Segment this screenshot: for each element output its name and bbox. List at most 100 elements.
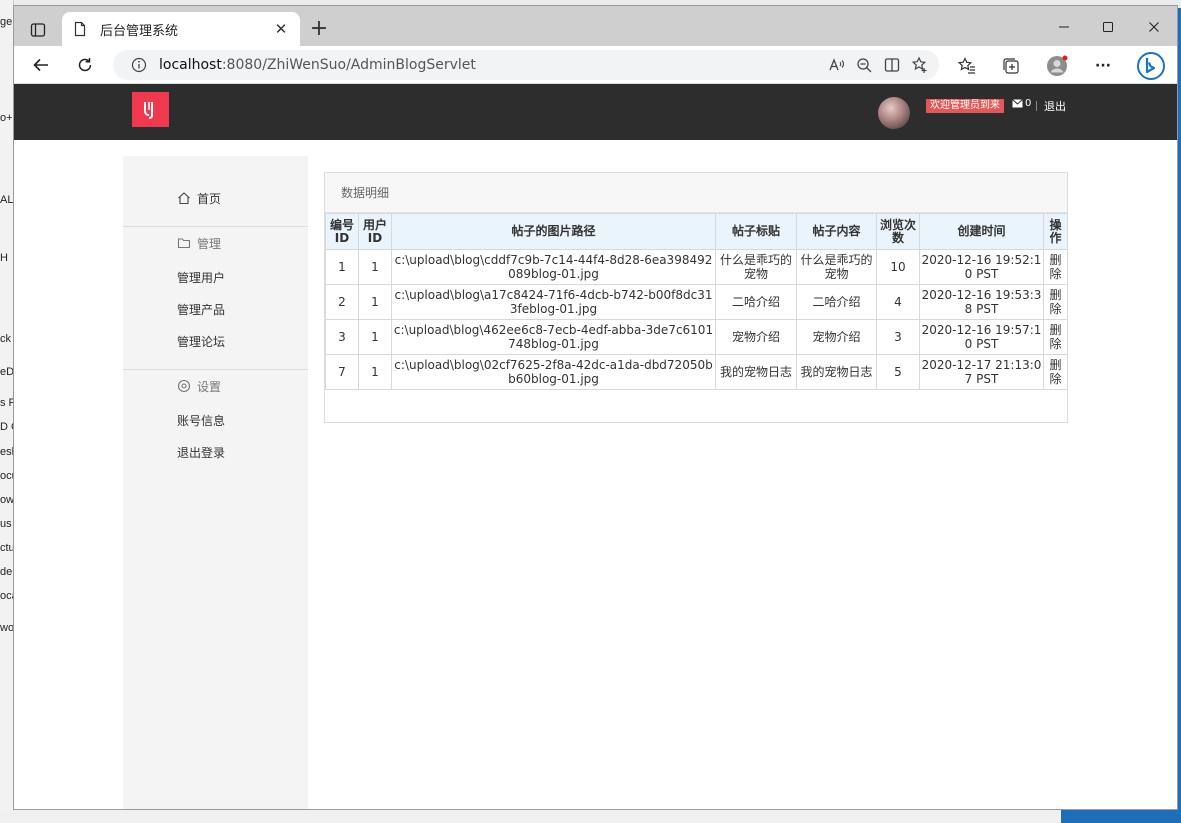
sidebar-item-manage-users[interactable]: 管理用户: [123, 267, 308, 287]
column-header-title: 帖子标贴: [715, 213, 797, 250]
blog-table: 编号ID 用户ID 帖子的图片路径 帖子标贴 帖子内容 浏览次数 创建时间 操作…: [325, 213, 1068, 390]
more-menu-button[interactable]: ···: [1092, 55, 1114, 77]
browser-window: 后台管理系统 ✕ + localhost:8080/ZhiWenSuo/Admi…: [13, 5, 1178, 810]
cell-created: 2020-12-16 19:52:10 PST: [919, 249, 1044, 285]
desktop-fragment: de: [0, 566, 13, 578]
maximize-icon: [1103, 22, 1113, 32]
sidebar-item-manage-forum[interactable]: 管理论坛: [123, 331, 308, 351]
desktop-fragment: ocu: [0, 470, 13, 482]
site-logo[interactable]: [132, 92, 169, 127]
cell-views: 3: [876, 319, 920, 355]
cell-image-path: c:\upload\blog\02cf7625-2f8a-42dc-a1da-d…: [391, 354, 716, 390]
desktop-fragment: ALL: [0, 194, 14, 206]
minimize-icon: [1059, 26, 1069, 28]
tab-strip: 后台管理系统 ✕ +: [14, 6, 1177, 46]
add-favorite-icon[interactable]: [911, 56, 929, 74]
cell-views: 10: [876, 249, 920, 285]
desktop-fragment: esk: [0, 446, 13, 458]
sidebar-divider: [123, 226, 308, 227]
data-detail-panel: 数据明细 编号ID 用户ID 帖子的图片路径 帖子标贴 帖子内容 浏览次数 创建…: [324, 172, 1068, 423]
cell-id: 3: [325, 319, 359, 355]
admin-avatar[interactable]: [878, 97, 910, 129]
cell-user-id: 1: [358, 284, 392, 320]
sidebar: 首页 管理 管理用户 管理产品 管理论坛 设置 账号信息 退出登录: [123, 156, 308, 809]
panel-title: 数据明细: [325, 173, 1067, 213]
cell-image-path: c:\upload\blog\cddf7c9b-7c14-44f4-8d28-6…: [391, 249, 716, 285]
refresh-button[interactable]: [72, 53, 98, 77]
cell-title: 什么是乖巧的宠物: [715, 249, 797, 285]
sidebar-group-settings: 设置: [123, 376, 308, 396]
new-tab-button[interactable]: +: [308, 18, 330, 41]
table-header-row: 编号ID 用户ID 帖子的图片路径 帖子标贴 帖子内容 浏览次数 创建时间 操作: [325, 213, 1068, 250]
url-bar[interactable]: localhost:8080/ZhiWenSuo/AdminBlogServle…: [113, 50, 939, 80]
desktop-background-left: ge o+ ALL H ck eD s P D O esk ocu ow us …: [0, 0, 14, 823]
desktop-fragment: s P: [0, 397, 13, 409]
message-count: 0: [1025, 98, 1032, 109]
tab-active[interactable]: 后台管理系统 ✕: [62, 12, 300, 46]
minimize-button[interactable]: [1041, 16, 1087, 38]
sidebar-item-account-info[interactable]: 账号信息: [123, 410, 308, 430]
table-row: 7 1 c:\upload\blog\02cf7625-2f8a-42dc-a1…: [325, 354, 1068, 390]
favorites-button[interactable]: [956, 55, 978, 77]
desktop-fragment: ow: [0, 494, 14, 506]
delete-button[interactable]: 删除: [1043, 284, 1068, 320]
favorites-icon: [957, 57, 975, 74]
cell-created: 2020-12-16 19:57:10 PST: [919, 319, 1044, 355]
tab-close-icon[interactable]: ✕: [272, 20, 290, 38]
sidebar-item-manage-products[interactable]: 管理产品: [123, 299, 308, 319]
back-button[interactable]: [28, 53, 54, 77]
column-header-image-path: 帖子的图片路径: [391, 213, 716, 250]
desktop-fragment: wo: [0, 622, 14, 634]
column-header-user-id: 用户ID: [358, 213, 392, 250]
header-logout-link[interactable]: 退出: [1044, 98, 1066, 114]
collections-icon: [1003, 58, 1019, 74]
bing-button[interactable]: [1136, 51, 1166, 81]
sidebar-divider: [123, 369, 308, 370]
cell-content: 宠物介绍: [796, 319, 877, 355]
web-page: 欢迎管理员到来 0 退出 首页 管理 管理用户 管理产品 管理论坛 设置 账号信…: [14, 84, 1177, 809]
sidebar-item-label: 首页: [197, 191, 222, 206]
cell-id: 2: [325, 284, 359, 320]
delete-button[interactable]: 删除: [1043, 354, 1068, 390]
table-row: 3 1 c:\upload\blog\462ee6c8-7ecb-4edf-ab…: [325, 319, 1068, 355]
url-text: localhost:8080/ZhiWenSuo/AdminBlogServle…: [159, 57, 827, 73]
cell-created: 2020-12-17 21:13:07 PST: [919, 354, 1044, 390]
refresh-icon: [78, 58, 92, 72]
column-header-content: 帖子内容: [796, 213, 877, 250]
page-favicon-icon: [74, 21, 86, 37]
site-info-icon[interactable]: [131, 57, 147, 73]
settings-gear-icon: [177, 379, 191, 393]
desktop-fragment: eD: [0, 366, 14, 378]
read-aloud-icon[interactable]: [827, 56, 845, 74]
desktop-fragment: H: [0, 252, 8, 264]
cell-id: 7: [325, 354, 359, 390]
tab-actions-button[interactable]: [24, 18, 52, 42]
cell-image-path: c:\upload\blog\462ee6c8-7ecb-4edf-abba-3…: [391, 319, 716, 355]
close-window-button[interactable]: [1131, 16, 1177, 38]
tab-actions-icon: [30, 23, 46, 37]
sidebar-item-home[interactable]: 首页: [123, 188, 308, 208]
cell-user-id: 1: [358, 354, 392, 390]
collections-button[interactable]: [1000, 55, 1022, 77]
maximize-button[interactable]: [1085, 16, 1131, 38]
sidebar-item-logout[interactable]: 退出登录: [123, 442, 308, 462]
delete-button[interactable]: 删除: [1043, 249, 1068, 285]
address-toolbar: localhost:8080/ZhiWenSuo/AdminBlogServle…: [14, 46, 1177, 84]
cell-title: 我的宠物日志: [715, 354, 797, 390]
delete-button[interactable]: 删除: [1043, 319, 1068, 355]
desktop-fragment: o+: [0, 112, 13, 124]
url-bar-actions: [827, 56, 929, 74]
home-icon: [178, 192, 190, 205]
zoom-out-icon[interactable]: [855, 56, 873, 74]
site-header: 欢迎管理员到来 0 退出: [14, 84, 1177, 140]
profile-avatar-icon: [1047, 55, 1068, 76]
profile-button[interactable]: [1046, 55, 1068, 77]
desktop-fragment: ctu: [0, 542, 14, 554]
split-screen-icon[interactable]: [883, 56, 901, 74]
bing-copilot-icon: [1137, 52, 1165, 80]
cell-views: 4: [876, 284, 920, 320]
sidebar-group-label: 管理: [197, 236, 222, 251]
messages-link[interactable]: 0: [1012, 98, 1031, 109]
cell-user-id: 1: [358, 249, 392, 285]
welcome-badge: 欢迎管理员到来: [926, 99, 1004, 113]
